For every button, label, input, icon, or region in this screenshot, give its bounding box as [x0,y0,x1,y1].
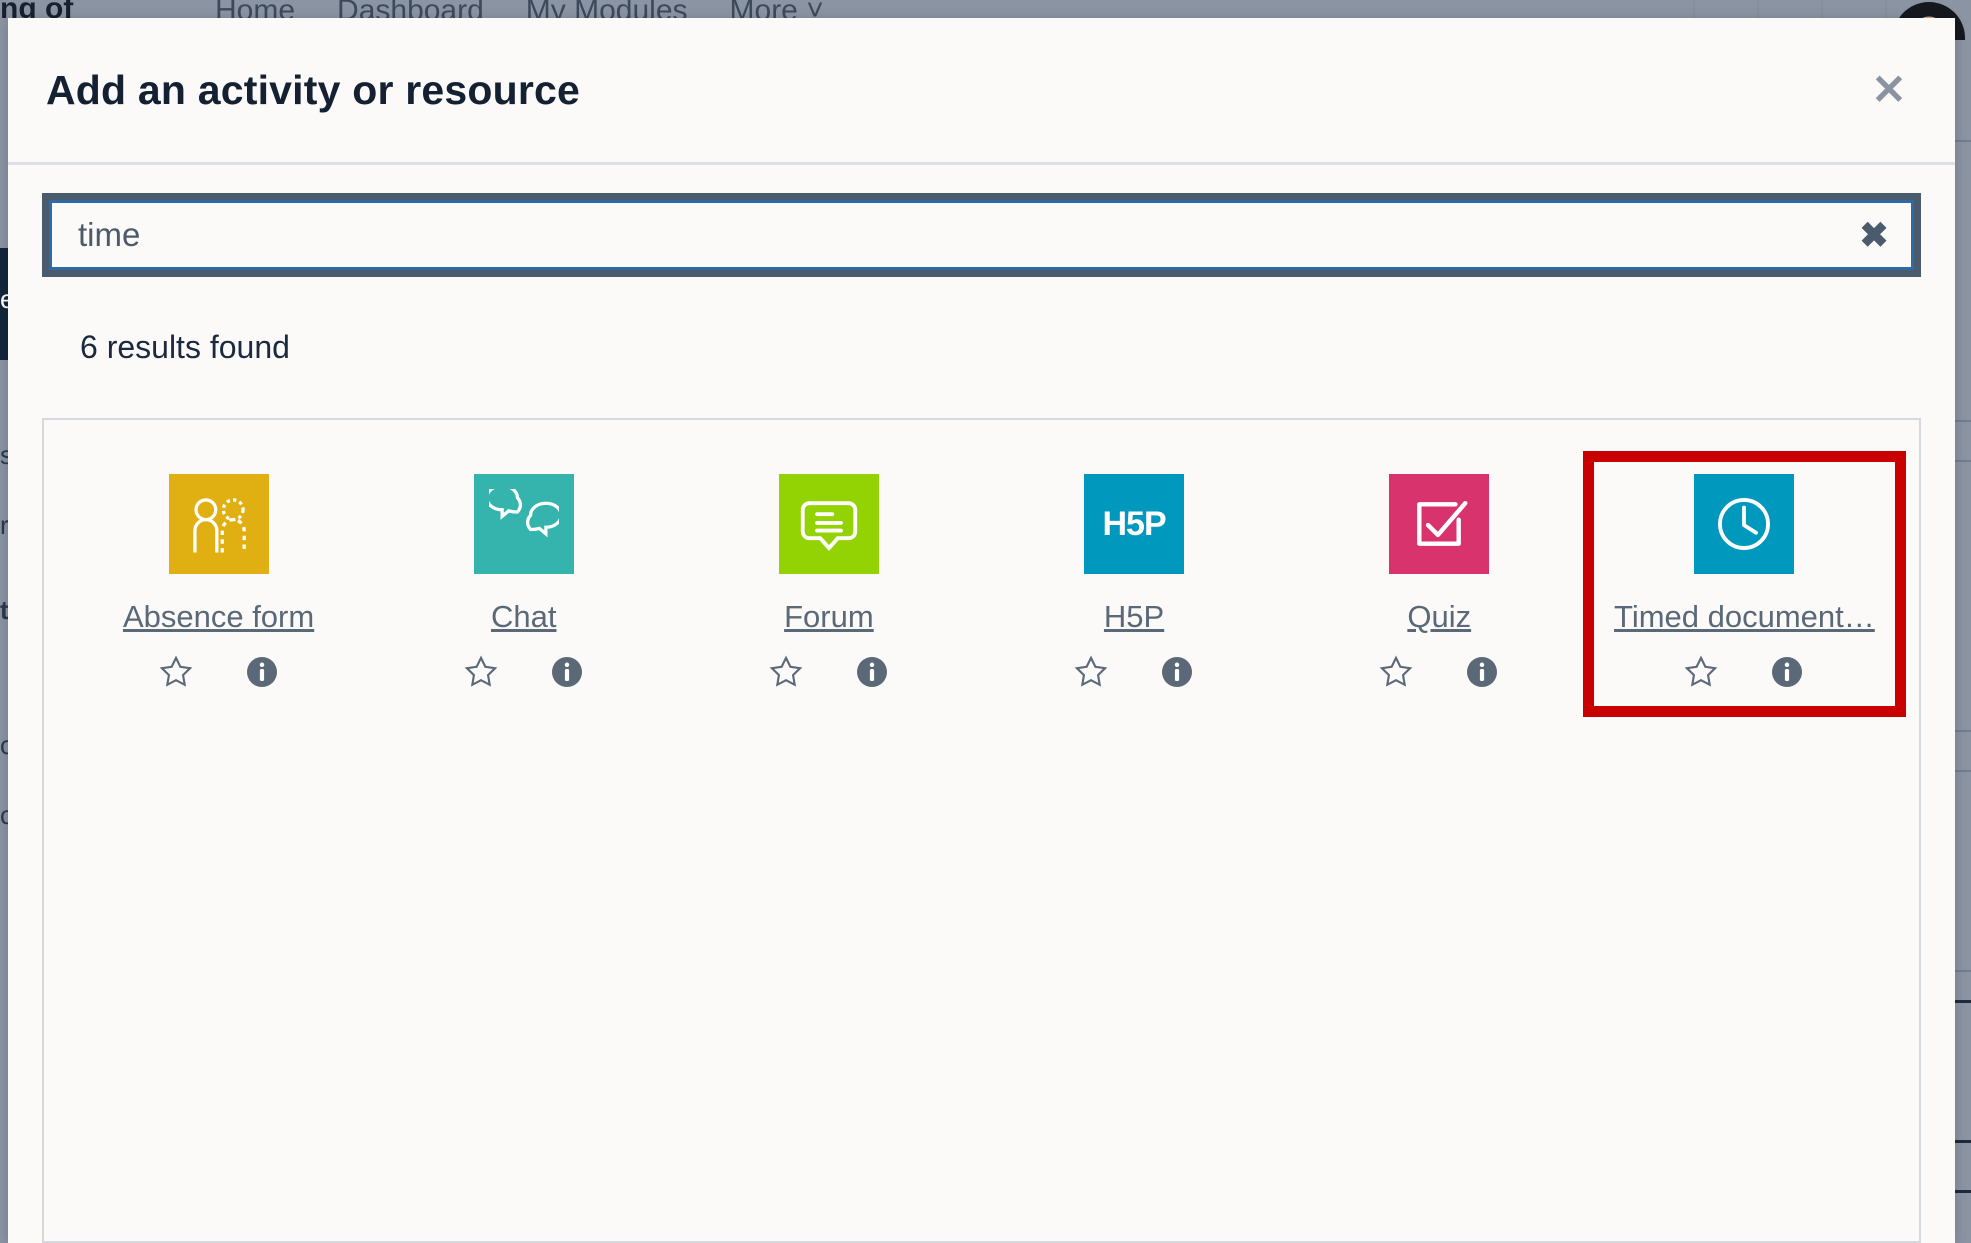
absence-form-tile [168,474,269,574]
h5p-logo-icon: H5P [1102,504,1166,543]
chooser-item-label[interactable]: Timed document… [1614,596,1875,638]
info-circle-icon[interactable] [1462,652,1502,692]
chooser-item-actions [156,652,282,692]
forum-tile [778,474,879,574]
search-field-wrapper: ✖ [42,193,1921,277]
star-outline-icon[interactable] [1376,652,1416,692]
background-right-column [1953,40,1971,1243]
chooser-item-absence-form[interactable]: Absence form [66,460,371,708]
search-input[interactable] [52,203,1837,267]
chooser-item-label[interactable]: Forum [784,596,874,638]
chooser-item-actions [766,652,892,692]
chooser-item-chat[interactable]: Chat [371,460,676,708]
quiz-tile [1389,474,1490,574]
chooser-item-label[interactable]: Quiz [1407,596,1471,638]
info-circle-icon[interactable] [547,652,587,692]
info-circle-icon[interactable] [242,652,282,692]
modal-header: Add an activity or resource ✕ [8,18,1955,165]
forum-speech-bubble-icon [800,501,858,551]
info-circle-icon[interactable] [1157,652,1197,692]
chooser-item-forum[interactable]: Forum [676,460,981,708]
activity-chooser-grid: Absence form Chat Forum H5P H5P Quiz Tim… [66,451,1906,717]
info-circle-icon[interactable] [852,652,892,692]
search-field-inner: ✖ [49,200,1914,270]
chat-tile [473,474,574,574]
chooser-item-label[interactable]: H5P [1104,596,1164,638]
star-outline-icon[interactable] [766,652,806,692]
chooser-item-h5p[interactable]: H5P H5P [981,460,1286,708]
timed-document-tile [1694,474,1795,574]
star-outline-icon[interactable] [1681,652,1721,692]
results-count: 6 results found [80,329,290,365]
clear-search-icon[interactable]: ✖ [1837,203,1911,267]
chooser-item-actions [1071,652,1197,692]
absence-form-icon [192,498,246,553]
star-outline-icon[interactable] [156,652,196,692]
chooser-item-timed-document[interactable]: Timed document… [1582,451,1906,717]
close-icon[interactable]: ✕ [1859,60,1919,120]
h5p-tile: H5P [1084,474,1185,574]
chooser-item-actions [461,652,587,692]
chooser-item-actions [1681,652,1807,692]
star-outline-icon[interactable] [1071,652,1111,692]
results-panel: Absence form Chat Forum H5P H5P Quiz Tim… [42,418,1921,1243]
star-outline-icon[interactable] [461,652,501,692]
info-circle-icon[interactable] [1767,652,1807,692]
modal-body: ✖ 6 results found Absence form [8,165,1955,1243]
chooser-item-quiz[interactable]: Quiz [1287,460,1592,708]
quiz-checkbox-edit-icon [1417,501,1468,546]
clock-icon [1718,498,1771,550]
chooser-item-actions [1376,652,1502,692]
chooser-item-label[interactable]: Chat [491,596,556,638]
chat-bubbles-icon [488,489,559,538]
add-activity-modal: Add an activity or resource ✕ ✖ 6 result… [8,18,1955,1243]
chooser-item-label[interactable]: Absence form [123,596,314,638]
page-title: Add an activity or resource [46,66,581,113]
